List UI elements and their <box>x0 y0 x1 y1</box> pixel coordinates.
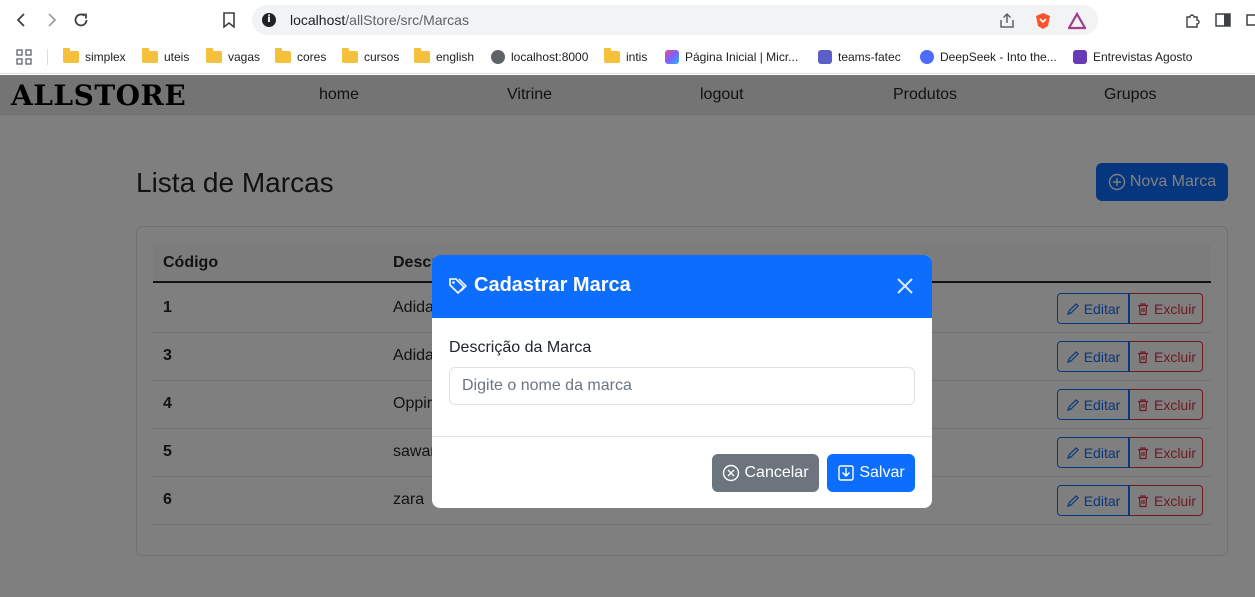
save-label: Salvar <box>859 464 905 481</box>
modal-title: Cadastrar Marca <box>448 274 631 297</box>
bookmark-pagina-inicial[interactable]: Página Inicial | Micr... <box>665 47 798 67</box>
reload-icon[interactable] <box>69 8 93 32</box>
forms-icon <box>1073 50 1087 64</box>
modal-body: Descrição da Marca <box>432 318 932 437</box>
deepseek-icon <box>920 50 934 64</box>
bookmark-cores[interactable]: cores <box>275 47 326 67</box>
folder-icon <box>604 48 620 63</box>
bookmark-cursos[interactable]: cursos <box>342 47 399 67</box>
cancel-label: Cancelar <box>744 464 809 481</box>
bookmark-teams-fatec[interactable]: teams-fatec <box>818 47 901 67</box>
bookmarks-bar: simplex uteis vagas cores cursos english… <box>0 40 1255 74</box>
close-icon[interactable] <box>894 275 916 297</box>
window-icon[interactable] <box>1240 8 1255 32</box>
share-icon[interactable] <box>998 12 1016 30</box>
folder-icon <box>206 48 222 63</box>
bookmark-deepseek[interactable]: DeepSeek - Into the... <box>920 47 1057 67</box>
bookmark-entrevistas[interactable]: Entrevistas Agosto <box>1073 47 1192 67</box>
sidebar-icon[interactable] <box>1211 8 1235 32</box>
bookmarks-divider <box>47 49 48 65</box>
folder-icon <box>142 48 158 63</box>
bookmark-localhost[interactable]: localhost:8000 <box>491 47 588 67</box>
cancel-button[interactable]: Cancelar <box>712 454 819 492</box>
save-icon <box>838 465 855 481</box>
brave-shield-icon[interactable] <box>1034 12 1052 30</box>
folder-icon <box>342 48 358 63</box>
modal-title-text: Cadastrar Marca <box>474 274 631 296</box>
bookmark-icon[interactable] <box>217 8 241 32</box>
back-icon[interactable] <box>10 8 34 32</box>
site-info-icon[interactable]: i <box>262 13 276 27</box>
tags-icon <box>449 277 467 294</box>
url-text: localhost/allStore/src/Marcas <box>290 12 469 28</box>
x-circle-icon <box>723 464 740 482</box>
brand-description-input[interactable] <box>449 367 915 405</box>
copilot-icon <box>665 50 679 64</box>
browser-toolbar: i localhost/allStore/src/Marcas <box>0 0 1255 40</box>
extensions-icon[interactable] <box>1180 8 1204 32</box>
globe-icon <box>491 50 505 64</box>
brave-rewards-icon[interactable] <box>1067 11 1087 30</box>
bookmark-english[interactable]: english <box>414 47 474 67</box>
register-brand-modal: Cadastrar Marca Descrição da Marca Cance… <box>432 255 932 508</box>
teams-icon <box>818 50 832 64</box>
modal-header: Cadastrar Marca <box>432 255 932 318</box>
folder-icon <box>414 48 430 63</box>
folder-icon <box>63 48 79 63</box>
bookmark-vagas[interactable]: vagas <box>206 47 260 67</box>
folder-icon <box>275 48 291 63</box>
bookmark-simplex[interactable]: simplex <box>63 47 126 67</box>
apps-icon[interactable] <box>15 47 33 67</box>
bookmark-intis[interactable]: intis <box>604 47 647 67</box>
brand-description-label: Descrição da Marca <box>449 339 592 356</box>
bookmark-uteis[interactable]: uteis <box>142 47 189 67</box>
save-button[interactable]: Salvar <box>827 454 915 492</box>
address-bar[interactable]: i localhost/allStore/src/Marcas <box>252 5 1098 35</box>
forward-icon[interactable] <box>39 8 63 32</box>
